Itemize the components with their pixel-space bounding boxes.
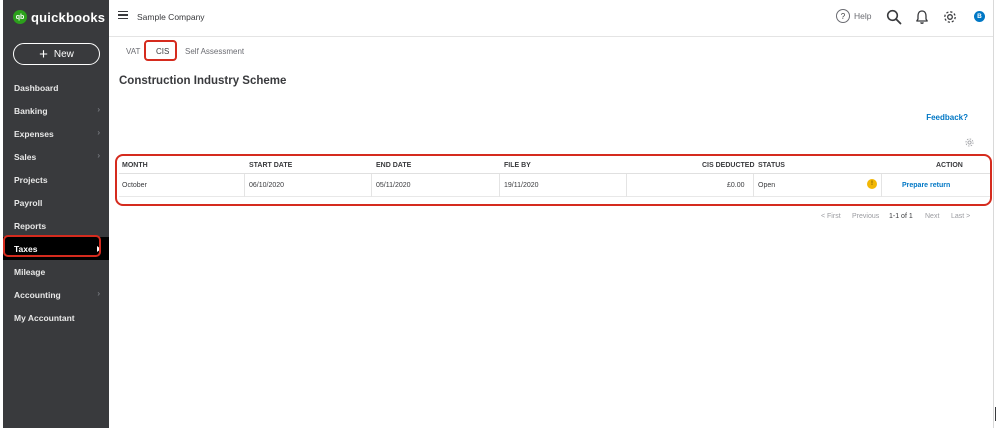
cell-end-date: 05/11/2020 bbox=[376, 182, 411, 189]
annotation-highlight-taxes bbox=[3, 235, 101, 257]
cell-cis-deducted: £0.00 bbox=[727, 182, 745, 189]
main-content: Construction Industry Scheme Feedback? M… bbox=[109, 64, 993, 428]
sidebar-item-expenses[interactable]: Expenses › bbox=[3, 122, 109, 145]
sidebar-item-accounting[interactable]: Accounting › bbox=[3, 283, 109, 306]
new-button[interactable]: + New bbox=[13, 43, 100, 65]
annotation-highlight-cis bbox=[144, 40, 177, 61]
sidebar-item-banking[interactable]: Banking › bbox=[3, 99, 109, 122]
company-name: Sample Company bbox=[137, 12, 205, 22]
bell-icon[interactable] bbox=[914, 9, 930, 25]
table-settings-gear-icon[interactable] bbox=[964, 137, 975, 148]
plus-icon: + bbox=[39, 45, 48, 63]
quickbooks-logo-icon: qb bbox=[13, 10, 27, 24]
prepare-return-link[interactable]: Prepare return bbox=[902, 182, 950, 189]
help-icon: ? bbox=[836, 9, 850, 23]
column-divider bbox=[753, 174, 754, 197]
column-header-action: ACTION bbox=[936, 162, 963, 169]
sidebar-item-sales[interactable]: Sales › bbox=[3, 145, 109, 168]
sidebar-item-projects[interactable]: Projects bbox=[3, 168, 109, 191]
chevron-right-icon: › bbox=[97, 105, 100, 114]
sidebar-item-my-accountant[interactable]: My Accountant bbox=[3, 306, 109, 329]
table-row[interactable]: October 06/10/2020 05/11/2020 19/11/2020… bbox=[119, 174, 990, 197]
brand[interactable]: qb quickbooks bbox=[13, 8, 105, 26]
top-bar: Sample Company ? Help B bbox=[109, 0, 999, 36]
sidebar-item-dashboard[interactable]: Dashboard bbox=[3, 76, 109, 99]
text-cursor-mark bbox=[995, 407, 996, 421]
app-window: qb quickbooks + New Dashboard Banking › … bbox=[0, 0, 999, 428]
chevron-right-icon: › bbox=[97, 289, 100, 298]
pagination-previous[interactable]: Previous bbox=[852, 213, 879, 220]
hamburger-icon[interactable] bbox=[118, 11, 128, 19]
cell-month: October bbox=[122, 182, 147, 189]
column-divider bbox=[244, 174, 245, 197]
cell-start-date: 06/10/2020 bbox=[249, 182, 285, 189]
sidebar-item-payroll[interactable]: Payroll bbox=[3, 191, 109, 214]
column-divider bbox=[499, 174, 500, 197]
sidebar-item-reports[interactable]: Reports bbox=[3, 214, 109, 237]
column-header-month[interactable]: MONTH bbox=[122, 162, 148, 169]
tab-bar: VAT CIS Self Assessment bbox=[109, 36, 993, 64]
help-label: Help bbox=[854, 11, 872, 21]
feedback-link[interactable]: Feedback? bbox=[926, 113, 968, 122]
cell-file-by: 19/11/2020 bbox=[504, 182, 539, 189]
new-button-label: New bbox=[53, 48, 74, 60]
pagination-last[interactable]: Last > bbox=[951, 213, 970, 220]
sidebar-item-mileage[interactable]: Mileage bbox=[3, 260, 109, 283]
help-button[interactable]: ? Help bbox=[836, 9, 871, 23]
search-icon[interactable] bbox=[886, 9, 902, 25]
table-footer bbox=[119, 197, 990, 203]
brand-name: quickbooks bbox=[31, 9, 106, 25]
table-header: MONTH START DATE END DATE FILE BY CIS DE… bbox=[119, 157, 990, 174]
column-header-cis-deducted[interactable]: CIS DEDUCTED bbox=[702, 162, 755, 169]
column-divider bbox=[371, 174, 372, 197]
warning-icon: ! bbox=[867, 179, 877, 189]
sidebar-nav: Dashboard Banking › Expenses › Sales › P… bbox=[3, 76, 109, 329]
column-header-start-date[interactable]: START DATE bbox=[249, 162, 292, 169]
column-divider bbox=[881, 174, 882, 197]
page-title: Construction Industry Scheme bbox=[119, 75, 287, 87]
pagination-next[interactable]: Next bbox=[925, 213, 939, 220]
chevron-right-icon: › bbox=[97, 151, 100, 160]
gear-icon[interactable] bbox=[942, 9, 958, 25]
cis-returns-table: MONTH START DATE END DATE FILE BY CIS DE… bbox=[119, 157, 990, 203]
cell-status: Open bbox=[758, 182, 776, 189]
column-header-end-date[interactable]: END DATE bbox=[376, 162, 411, 169]
column-header-status[interactable]: STATUS bbox=[758, 162, 785, 169]
avatar[interactable]: B bbox=[974, 11, 985, 22]
pagination-range: 1-1 of 1 bbox=[889, 213, 913, 220]
sidebar: qb quickbooks + New Dashboard Banking › … bbox=[3, 0, 109, 428]
page-edge-divider bbox=[993, 0, 994, 428]
pagination-first[interactable]: < First bbox=[821, 213, 841, 220]
chevron-right-icon: › bbox=[97, 128, 100, 137]
tab-self-assessment[interactable]: Self Assessment bbox=[185, 47, 244, 56]
column-header-file-by[interactable]: FILE BY bbox=[504, 162, 531, 169]
column-divider bbox=[626, 174, 627, 197]
tab-vat[interactable]: VAT bbox=[126, 47, 140, 56]
